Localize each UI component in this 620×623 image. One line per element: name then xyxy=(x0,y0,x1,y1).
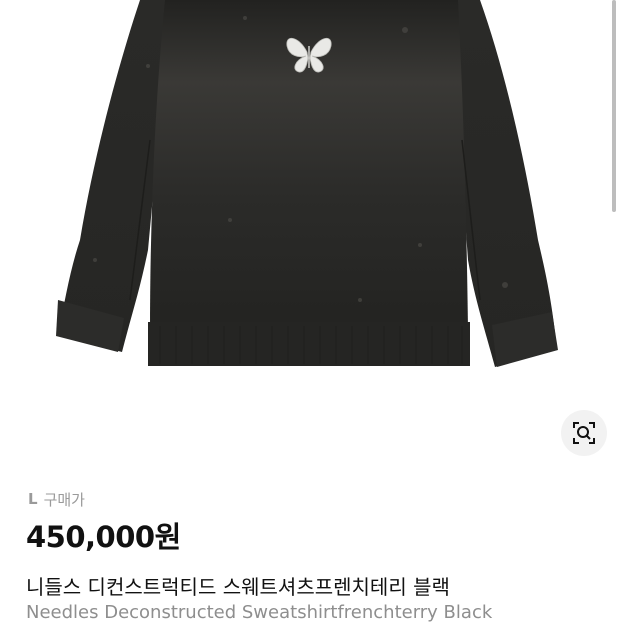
product-image[interactable] xyxy=(0,0,620,400)
sweatshirt-photo xyxy=(56,0,558,367)
size-and-price-label: L 구매가 xyxy=(28,488,85,510)
product-name-korean: 니들스 디컨스트럭티드 스웨트셔츠프렌치테리 블랙 xyxy=(26,575,450,599)
image-search-button[interactable] xyxy=(561,410,607,456)
scrollbar[interactable] xyxy=(612,0,616,212)
hem-rib xyxy=(148,322,470,366)
product-price: 450,000원 xyxy=(26,520,181,554)
price-type-label: 구매가 xyxy=(43,490,85,509)
image-search-icon xyxy=(573,422,595,444)
size-label: L xyxy=(28,490,38,508)
